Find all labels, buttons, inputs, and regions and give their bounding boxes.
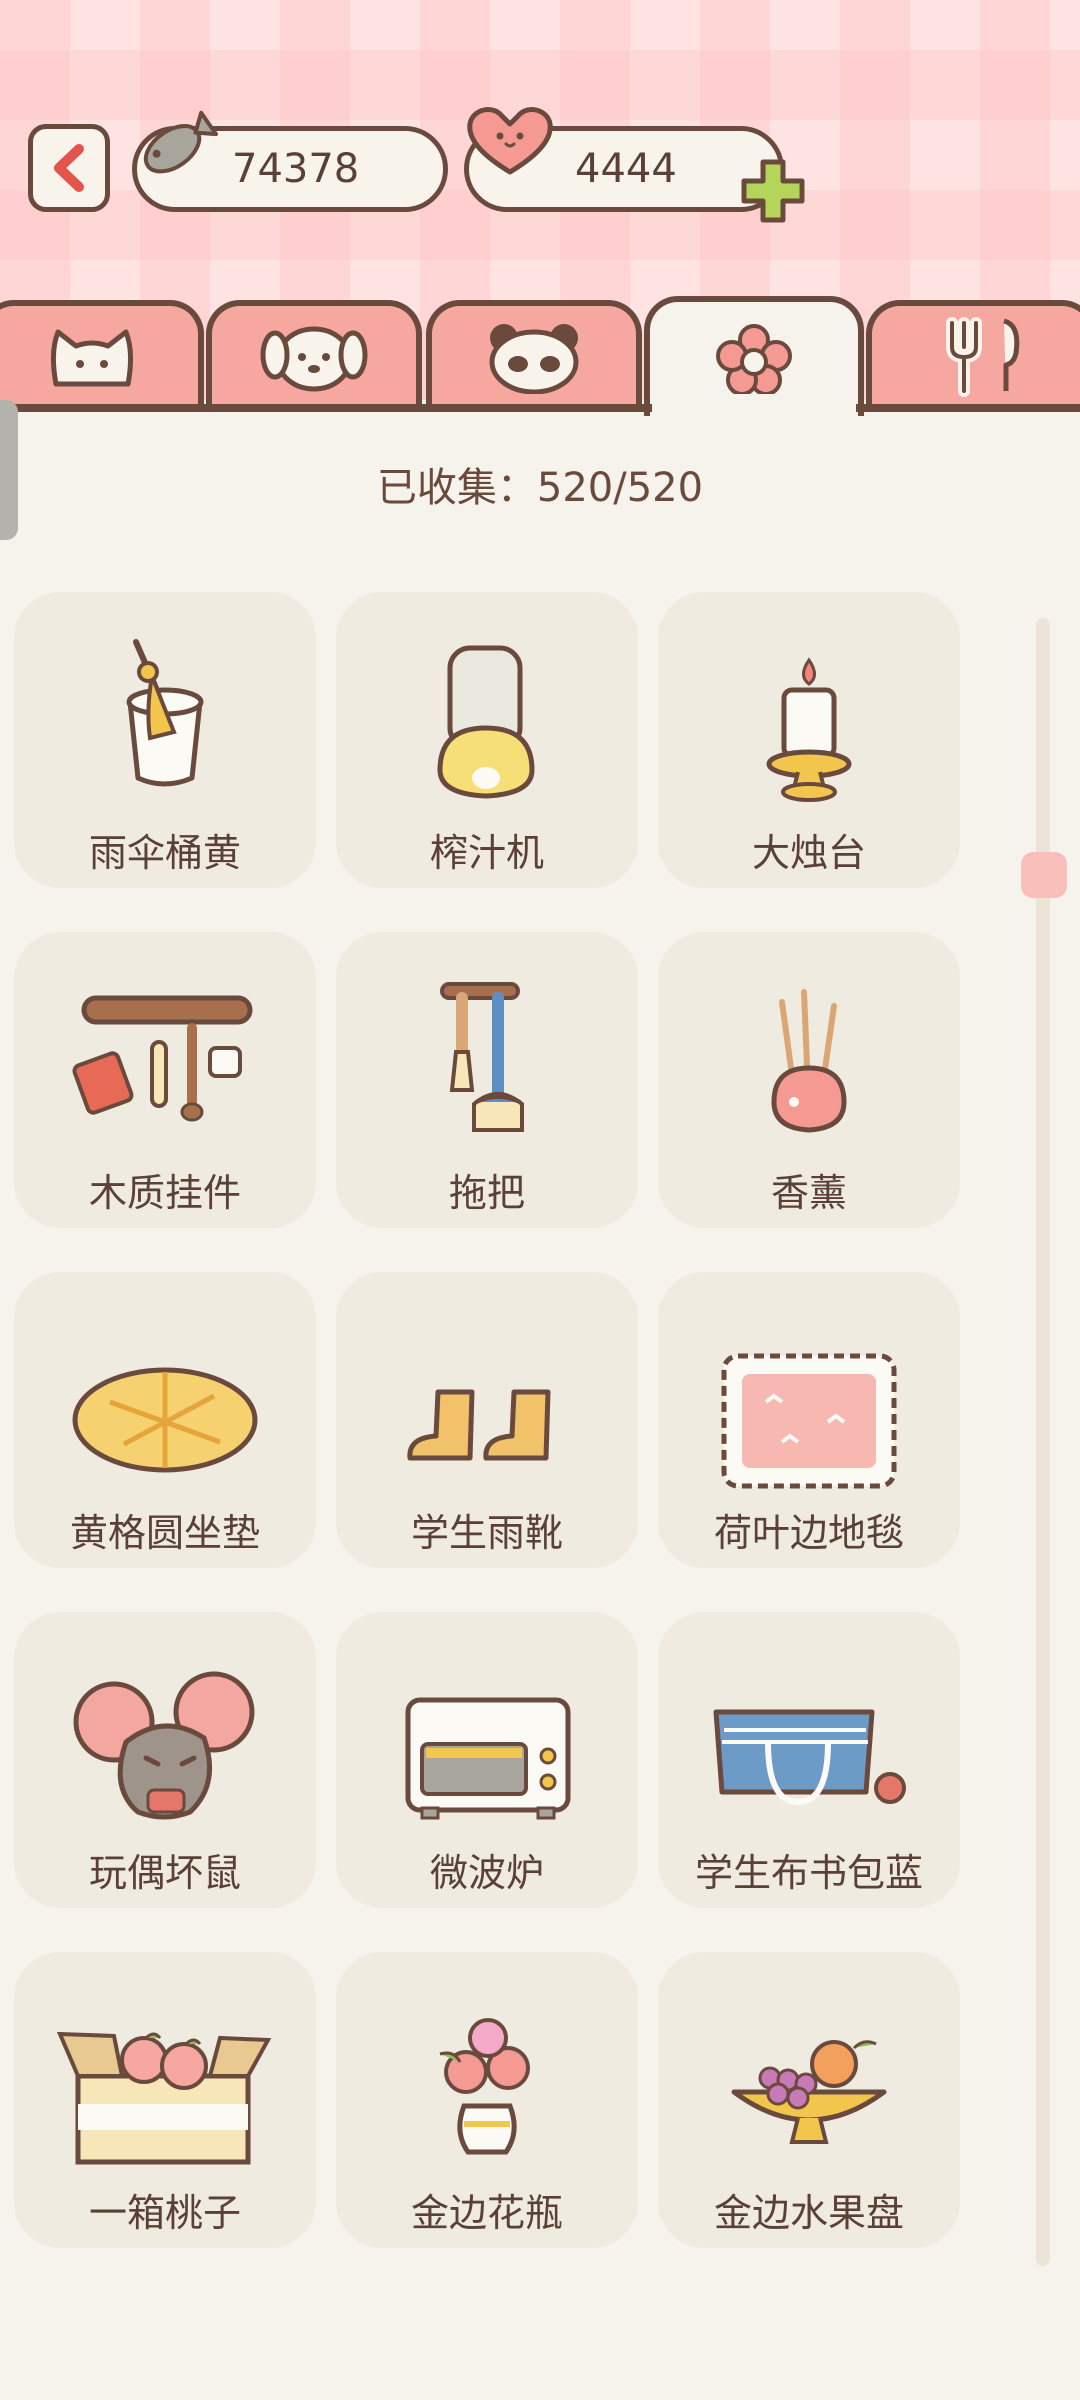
collection-progress: 已收集：520/520 [376,465,704,511]
tab-pandas[interactable] [426,300,642,408]
round-cushion-icon [72,1367,258,1473]
item-label: 金边水果盘 [713,2191,904,2235]
tab-cats[interactable] [0,300,204,408]
item-label: 榨汁机 [429,831,544,875]
fish-count: 74378 [232,146,360,192]
item-card[interactable]: 玩偶坏鼠 [14,1612,316,1908]
mop-icon [440,982,524,1132]
tab-dogs[interactable] [206,300,422,408]
active-tab-gap [652,400,856,414]
item-label: 微波炉 [429,1851,544,1895]
item-label: 雨伞桶黄 [88,831,241,875]
panda-face-icon [489,324,579,394]
item-card[interactable]: 香薰 [658,932,960,1228]
item-card[interactable]: 一箱桃子 [14,1952,316,2248]
item-label: 荷叶边地毯 [713,1511,904,1555]
microwave-icon [405,1697,571,1820]
item-card[interactable]: 金边水果盘 [658,1952,960,2248]
item-label: 拖把 [448,1171,525,1215]
item-card[interactable]: 学生布书包蓝 [658,1612,960,1908]
item-card[interactable]: 榨汁机 [336,592,638,888]
tab-decorations[interactable] [644,296,864,416]
back-button[interactable] [28,124,110,212]
fork-spoon-icon [946,317,1020,397]
scrollbar-thumb[interactable] [1021,852,1067,898]
item-label: 大烛台 [751,831,866,875]
heart-icon [467,107,553,175]
item-card[interactable]: 木质挂件 [14,932,316,1228]
item-label: 学生布书包蓝 [694,1851,923,1895]
cat-face-icon [50,329,134,387]
item-label: 金边花瓶 [410,2191,563,2235]
add-hearts-button[interactable] [738,156,808,226]
juicer-icon [437,645,535,799]
item-label: 香薰 [770,1171,847,1215]
flower-vase-icon [439,2018,530,2155]
item-label: 黄格圆坐垫 [69,1511,260,1555]
school-bag-icon [713,1709,906,1806]
peach-box-icon [56,2031,272,2165]
heart-count: 4444 [575,146,677,192]
tab-underline [0,404,1080,412]
fruit-plate-icon [731,2040,887,2144]
item-label: 木质挂件 [88,1171,241,1215]
item-label: 一箱桃子 [88,2191,241,2235]
item-label: 学生雨靴 [410,1511,563,1555]
item-card[interactable]: 大烛台 [658,592,960,888]
rain-boots-icon [407,1389,551,1461]
item-card[interactable]: 学生雨靴 [336,1272,638,1568]
tab-food[interactable] [866,300,1080,408]
umbrella-bucket-icon [126,639,204,787]
dog-face-icon [260,326,368,392]
item-card[interactable]: 金边花瓶 [336,1952,638,2248]
category-tabs [0,296,1080,416]
item-card[interactable]: 黄格圆坐垫 [14,1272,316,1568]
item-label: 玩偶坏鼠 [88,1851,241,1895]
fish-icon [143,110,219,174]
incense-icon [771,989,847,1133]
item-card[interactable]: 拖把 [336,932,638,1228]
flower-icon [716,324,792,394]
wooden-hanger-icon [72,995,253,1122]
candlestick-icon [766,657,852,802]
item-card[interactable]: 微波炉 [336,1612,638,1908]
mouse-doll-icon [73,1671,255,1820]
item-card[interactable]: 荷叶边地毯 [658,1272,960,1568]
item-card[interactable]: 雨伞桶黄 [14,592,316,888]
ruffled-rug-icon [721,1353,897,1489]
back-arrow-icon [54,144,84,192]
